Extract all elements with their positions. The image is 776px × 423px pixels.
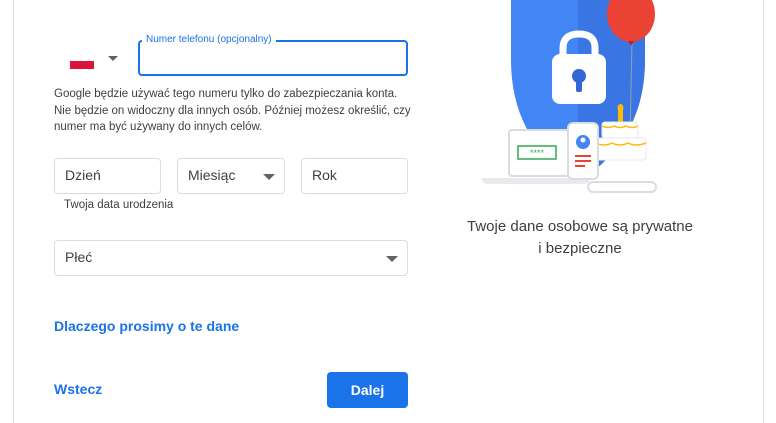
month-chevron-down-icon xyxy=(263,174,275,180)
gender-select[interactable]: Płeć xyxy=(54,240,408,276)
why-we-ask-link[interactable]: Dlaczego prosimy o te dane xyxy=(54,318,239,334)
year-input[interactable]: Rok xyxy=(301,158,408,194)
privacy-caption-line2: i bezpieczne xyxy=(538,240,622,257)
smartphone-icon xyxy=(567,122,599,180)
key-icon xyxy=(587,181,657,193)
birthdate-helper-text: Twoja data urodzenia xyxy=(64,199,174,211)
back-button[interactable]: Wstecz xyxy=(54,381,102,397)
next-button[interactable]: Dalej xyxy=(327,372,408,408)
privacy-caption: Twoje dane osobowe są prywatne i bezpiec… xyxy=(450,216,710,260)
privacy-illustration: **** xyxy=(482,0,657,193)
gender-chevron-down-icon xyxy=(386,256,398,262)
password-mask-text: **** xyxy=(530,148,545,158)
country-chevron-down-icon[interactable] xyxy=(108,56,118,61)
phone-helper-text: Google będzie używać tego numeru tylko d… xyxy=(54,88,411,133)
privacy-caption-line1: Twoje dane osobowe są prywatne xyxy=(467,218,693,235)
day-input[interactable]: Dzień xyxy=(54,158,161,194)
phone-number-label: Numer telefonu (opcjonalny) xyxy=(142,33,276,46)
country-flag-icon[interactable] xyxy=(70,57,94,69)
